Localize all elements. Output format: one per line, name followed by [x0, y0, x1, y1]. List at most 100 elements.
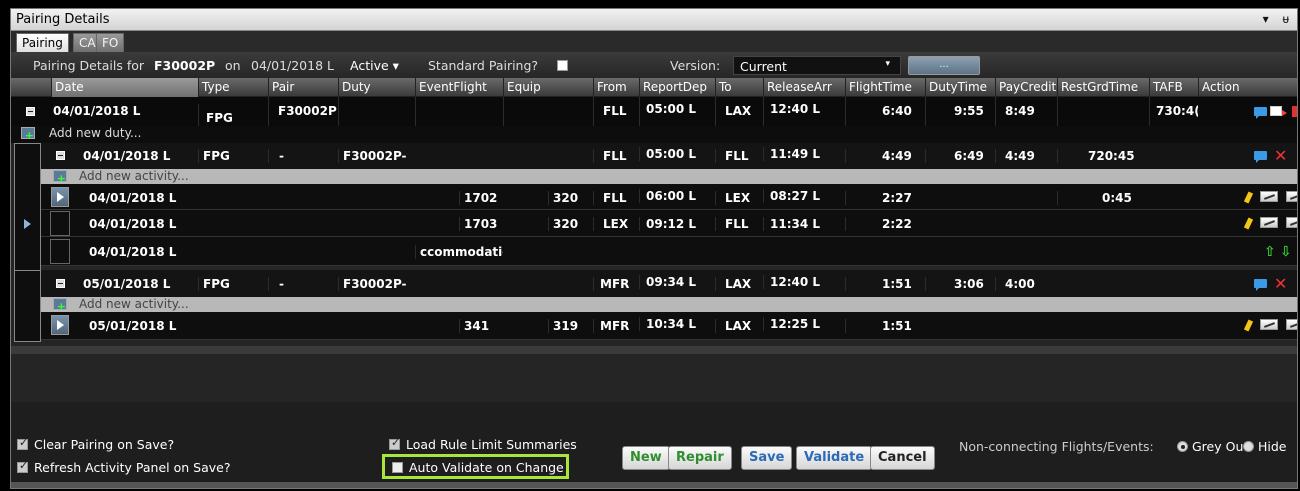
activity-flight-cell: 2:22 [845, 217, 912, 231]
repair-button[interactable]: Repair [668, 446, 732, 470]
play-icon[interactable] [51, 315, 69, 335]
auto-validate-option[interactable]: Auto Validate on Change [392, 460, 564, 475]
refresh-activity-checkbox[interactable] [17, 459, 28, 473]
trash-icon[interactable] [1292, 106, 1297, 117]
pairing-row[interactable]: 04/01/2018 L FPG F30002P FLL 05:00 L LAX… [11, 97, 1297, 133]
delete-icon[interactable]: ✕ [1274, 148, 1287, 164]
new-button[interactable]: New [622, 446, 670, 470]
play-icon[interactable] [51, 187, 69, 207]
col-pair[interactable]: Pair [268, 78, 338, 97]
collapse-pairing-icon[interactable] [26, 107, 35, 116]
col-paycredit[interactable]: PayCredit [995, 78, 1057, 97]
clear-pairing-checkbox[interactable] [17, 436, 28, 450]
hide-radio[interactable] [1243, 441, 1254, 452]
add-activity-label[interactable]: Add new activity... [79, 297, 189, 311]
col-duty[interactable]: Duty [338, 78, 415, 97]
collapse-duty-icon[interactable] [56, 151, 65, 160]
swap-card-icon[interactable] [1286, 191, 1297, 202]
activity-from-cell: FLL [593, 191, 627, 205]
add-duty-row[interactable]: Add new duty... [11, 126, 1297, 143]
pairing-flight-cell: 6:40 [845, 97, 925, 126]
move-up-icon[interactable]: ⇧ [1264, 245, 1276, 259]
delete-icon[interactable]: ✕ [1295, 244, 1297, 260]
activity-date-cell: 04/01/2018 L [89, 191, 177, 205]
add-activity-icon[interactable] [53, 298, 67, 313]
tab-pairing[interactable]: Pairing [16, 33, 69, 52]
hide-label: Hide [1258, 439, 1287, 454]
info-card-icon[interactable] [1260, 191, 1278, 202]
col-restgrdtime[interactable]: RestGrdTime [1057, 78, 1149, 97]
col-from[interactable]: From [593, 78, 639, 97]
activity-row[interactable]: 04/01/2018 L 1703 320 LEX 09:12 L FLL 11… [41, 210, 1297, 237]
col-type[interactable]: Type [198, 78, 268, 97]
duty-actions: ✕ [1198, 270, 1297, 297]
swap-card-icon[interactable] [1286, 217, 1297, 228]
activity-actions [1198, 210, 1297, 236]
duty-report-cell: 05:00 L [639, 147, 696, 161]
load-rule-label: Load Rule Limit Summaries [406, 437, 577, 452]
refresh-activity-option[interactable]: Refresh Activity Panel on Save? [17, 459, 230, 475]
cancel-button[interactable]: Cancel [870, 446, 935, 470]
col-to[interactable]: To [715, 78, 763, 97]
edit-icon[interactable] [1243, 319, 1254, 332]
grid-horizontal-scrollbar[interactable] [11, 346, 1297, 354]
save-button[interactable]: Save [741, 446, 793, 470]
clear-pairing-option[interactable]: Clear Pairing on Save? [17, 436, 174, 452]
tab-fo[interactable]: FO [96, 33, 125, 52]
col-dutytime[interactable]: DutyTime [925, 78, 995, 97]
add-activity-row[interactable]: Add new activity... [41, 297, 1297, 313]
info-card-icon[interactable] [1260, 319, 1278, 330]
activity-row[interactable]: 04/01/2018 L ccommodatio ⇧ ⇩ ✕ [41, 237, 1297, 266]
add-duty-icon[interactable] [21, 127, 35, 142]
activity-row[interactable]: 04/01/2018 L 1702 320 FLL 06:00 L LEX 08… [41, 184, 1297, 210]
add-activity-icon[interactable] [53, 170, 67, 185]
panel-menu-dropdown-icon[interactable]: ▾ [1263, 12, 1269, 26]
duty-dutytime-cell: 6:49 [925, 149, 984, 163]
add-activity-row[interactable]: Add new activity... [41, 169, 1297, 185]
activity-report-cell: 09:12 L [639, 217, 696, 231]
col-date[interactable]: Date [51, 78, 198, 97]
grey-out-radio[interactable] [1177, 441, 1188, 452]
swap-card-icon[interactable] [1286, 319, 1297, 330]
duty-row[interactable]: 05/01/2018 L FPG - F30002P- MFR 09:34 L … [41, 270, 1297, 297]
panel-horizontal-scrollbar[interactable] [11, 482, 1297, 488]
col-tafb[interactable]: TAFB [1149, 78, 1198, 97]
auto-validate-checkbox[interactable] [392, 462, 403, 473]
col-equip[interactable]: Equip [503, 78, 593, 97]
info-card-icon[interactable] [1260, 217, 1278, 228]
comment-icon[interactable] [1254, 279, 1267, 291]
collapse-duty-icon[interactable] [56, 279, 65, 288]
status-dropdown[interactable]: Active ▾ [350, 58, 399, 73]
duty-row[interactable]: 04/01/2018 L FPG - F30002P- FLL 05:00 L … [41, 143, 1297, 169]
add-duty-label[interactable]: Add new duty... [49, 126, 141, 140]
export-icon[interactable] [1270, 106, 1287, 116]
grid-header: Date Type Pair Duty EventFlight Equip Fr… [11, 78, 1297, 97]
duty-duty-cell: F30002P- [338, 149, 407, 163]
standard-pairing-checkbox[interactable] [557, 60, 568, 71]
validate-button[interactable]: Validate [796, 446, 873, 470]
edit-icon[interactable] [1243, 217, 1254, 230]
activity-flight-cell: 2:27 [845, 191, 912, 205]
col-releasearr[interactable]: ReleaseArr [763, 78, 845, 97]
pin-icon[interactable]: ᵾ [1282, 12, 1289, 26]
col-eventflight[interactable]: EventFlight [415, 78, 503, 97]
col-action[interactable]: Action [1198, 78, 1297, 97]
col-flighttime[interactable]: FlightTime [845, 78, 925, 97]
delete-icon[interactable]: ✕ [1274, 276, 1287, 292]
load-rule-option[interactable]: Load Rule Limit Summaries [389, 436, 577, 452]
comment-icon[interactable] [1254, 151, 1267, 163]
hide-option[interactable]: Hide [1237, 439, 1287, 454]
pairing-duty-cell: 9:55 [925, 97, 995, 126]
add-activity-label[interactable]: Add new activity... [79, 169, 189, 183]
version-select[interactable]: Current ▾ [733, 56, 901, 75]
edit-icon[interactable] [1243, 191, 1254, 204]
move-down-icon[interactable]: ⇩ [1280, 245, 1292, 259]
activity-row[interactable]: 05/01/2018 L 341 319 MFR 10:34 L LAX 12:… [41, 312, 1297, 340]
row-selector[interactable] [50, 211, 70, 236]
version-more-button[interactable]: ... [908, 56, 980, 75]
activity-event-cell: 1703 [459, 217, 497, 231]
comment-icon[interactable] [1254, 107, 1267, 119]
row-selector[interactable] [50, 239, 70, 264]
col-reportdep[interactable]: ReportDep [639, 78, 715, 97]
load-rule-checkbox[interactable] [389, 436, 400, 450]
